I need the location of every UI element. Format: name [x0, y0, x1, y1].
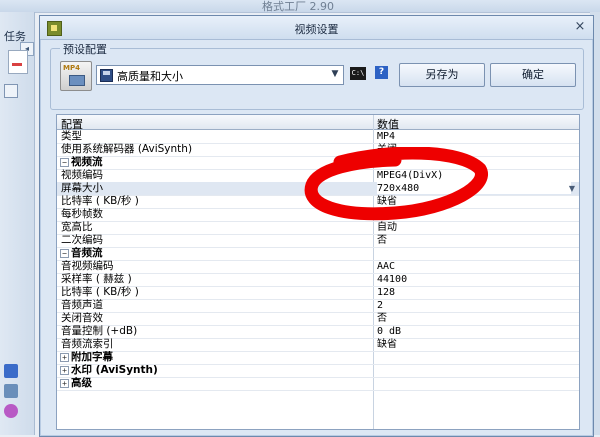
dialog-title: 视频设置	[294, 23, 339, 36]
grid-row-label: 水印 (AviSynth)	[71, 364, 158, 376]
grid-section-row[interactable]: − 视频流	[57, 156, 579, 170]
grid-row-label: 比特率 ( KB/秒 )	[61, 286, 139, 298]
grid-row[interactable]: 采样率 ( 赫兹 ) 44100	[57, 273, 579, 287]
grid-row-label: 音频声道	[61, 299, 103, 311]
grid-row[interactable]: 比特率 ( KB/秒 ) 缺省	[57, 195, 579, 209]
grid-row-label: 二次编码	[61, 234, 103, 246]
video-settings-dialog: 视频设置 × 预设配置 MP4 高质量和大小 ▼ C:\ ? 另存为 确定 配置…	[39, 15, 594, 437]
grid-header: 配置 数值	[57, 115, 579, 131]
grid-row-label: 屏幕大小	[61, 182, 103, 194]
expand-icon[interactable]: +	[60, 353, 69, 362]
grid-row-value[interactable]: 2	[377, 299, 383, 312]
save-as-button[interactable]: 另存为	[399, 63, 485, 87]
grid-row-label: 高级	[71, 377, 92, 389]
format-badge: MP4	[63, 64, 80, 72]
grid-row[interactable]: 音视频编码 AAC	[57, 260, 579, 274]
grid-row-value[interactable]: 缺省	[377, 195, 397, 208]
grid-row-value[interactable]: 关闭	[377, 143, 397, 156]
grid-row-label: 附加字幕	[71, 351, 113, 363]
grid-row[interactable]: 关闭音效 否	[57, 312, 579, 326]
property-grid: 配置 数值 类型 MP4 使用系统解码器 (AviSynth) 关闭 − 视频流 视频编码 M…	[56, 114, 580, 430]
grid-row-value[interactable]: 否	[377, 234, 387, 247]
grid-row-label: 宽高比	[61, 221, 93, 233]
preset-selected-value: 高质量和大小	[117, 70, 183, 83]
dialog-titlebar[interactable]: 视频设置 ×	[40, 16, 593, 40]
mp4-format-icon: MP4	[60, 61, 92, 91]
ok-button[interactable]: 确定	[490, 63, 576, 87]
grid-row-value[interactable]: 128	[377, 286, 395, 299]
collapse-icon[interactable]: −	[60, 158, 69, 167]
grid-row-label: 采样率 ( 赫兹 )	[61, 273, 132, 285]
grid-row[interactable]: 音频声道 2	[57, 299, 579, 313]
grid-row-label: 类型	[61, 130, 82, 142]
grid-row-label: 音频流	[71, 247, 103, 259]
chevron-down-icon[interactable]: ▼	[329, 68, 341, 81]
grid-row[interactable]: 二次编码 否	[57, 234, 579, 248]
grid-row-label: 视频编码	[61, 169, 103, 181]
grid-row-value[interactable]: 缺省	[377, 338, 397, 351]
grid-row-value[interactable]: MPEG4(DivX)	[377, 169, 443, 182]
grid-row[interactable]: 视频编码 MPEG4(DivX)	[57, 169, 579, 183]
expand-icon[interactable]: +	[60, 366, 69, 375]
grid-row[interactable]: 音频流索引 缺省	[57, 338, 579, 352]
background-sidebar: 任务 ◂	[0, 12, 35, 435]
help-icon[interactable]: ?	[375, 66, 388, 79]
grid-row-label: 关闭音效	[61, 312, 103, 324]
chevron-down-icon[interactable]: ▼	[569, 182, 575, 195]
preset-config-group: 预设配置 MP4 高质量和大小 ▼ C:\ ? 另存为 确定	[50, 41, 584, 110]
grid-row[interactable]: 每秒帧数	[57, 208, 579, 222]
grid-row-value[interactable]: AAC	[377, 260, 395, 273]
grid-row-label: 视频流	[71, 156, 103, 168]
grid-row[interactable]: 使用系统解码器 (AviSynth) 关闭	[57, 143, 579, 157]
grid-row-label: 音频流索引	[61, 338, 114, 350]
grid-row[interactable]: 宽高比 自动	[57, 221, 579, 235]
grid-row-value[interactable]: 否	[377, 312, 387, 325]
list-icon[interactable]	[4, 84, 18, 98]
background-titlebar: 格式工厂 2.90	[0, 0, 600, 13]
grid-row-value[interactable]: MP4	[377, 130, 395, 143]
grid-row-label: 比特率 ( KB/秒 )	[61, 195, 139, 207]
music-icon[interactable]	[4, 364, 18, 378]
grid-row[interactable]: 屏幕大小 720x480 ▼	[57, 182, 579, 196]
background-app-title: 格式工厂 2.90	[262, 0, 334, 13]
grid-row-label: 音量控制 (+dB)	[61, 325, 138, 337]
close-icon[interactable]: ×	[573, 20, 587, 34]
grid-section-row[interactable]: + 高级	[57, 377, 579, 391]
preset-dropdown[interactable]: 高质量和大小 ▼	[96, 65, 344, 85]
collapse-icon[interactable]: −	[60, 249, 69, 258]
grid-row-value[interactable]: 720x480	[377, 182, 571, 194]
grid-row-label: 使用系统解码器 (AviSynth)	[61, 143, 193, 155]
disc-icon[interactable]	[4, 404, 18, 418]
grid-row-value[interactable]: 44100	[377, 273, 407, 286]
floppy-disk-icon	[100, 69, 113, 82]
grid-row[interactable]: 类型 MP4	[57, 130, 579, 144]
preset-group-label: 预设配置	[60, 41, 110, 57]
grid-section-row[interactable]: − 音频流	[57, 247, 579, 261]
grid-section-row[interactable]: + 附加字幕	[57, 351, 579, 365]
grid-row[interactable]: 音量控制 (+dB) 0 dB	[57, 325, 579, 339]
command-prompt-icon[interactable]: C:\	[350, 67, 366, 80]
grid-row-value[interactable]: 0 dB	[377, 325, 401, 338]
grid-row-value[interactable]: 自动	[377, 221, 397, 234]
grid-row[interactable]: 比特率 ( KB/秒 ) 128	[57, 286, 579, 300]
image-icon[interactable]	[4, 384, 18, 398]
document-icon[interactable]	[8, 50, 28, 74]
expand-icon[interactable]: +	[60, 379, 69, 388]
grid-row-label: 每秒帧数	[61, 208, 103, 220]
grid-section-row[interactable]: + 水印 (AviSynth)	[57, 364, 579, 378]
grid-row-label: 音视频编码	[61, 260, 114, 272]
